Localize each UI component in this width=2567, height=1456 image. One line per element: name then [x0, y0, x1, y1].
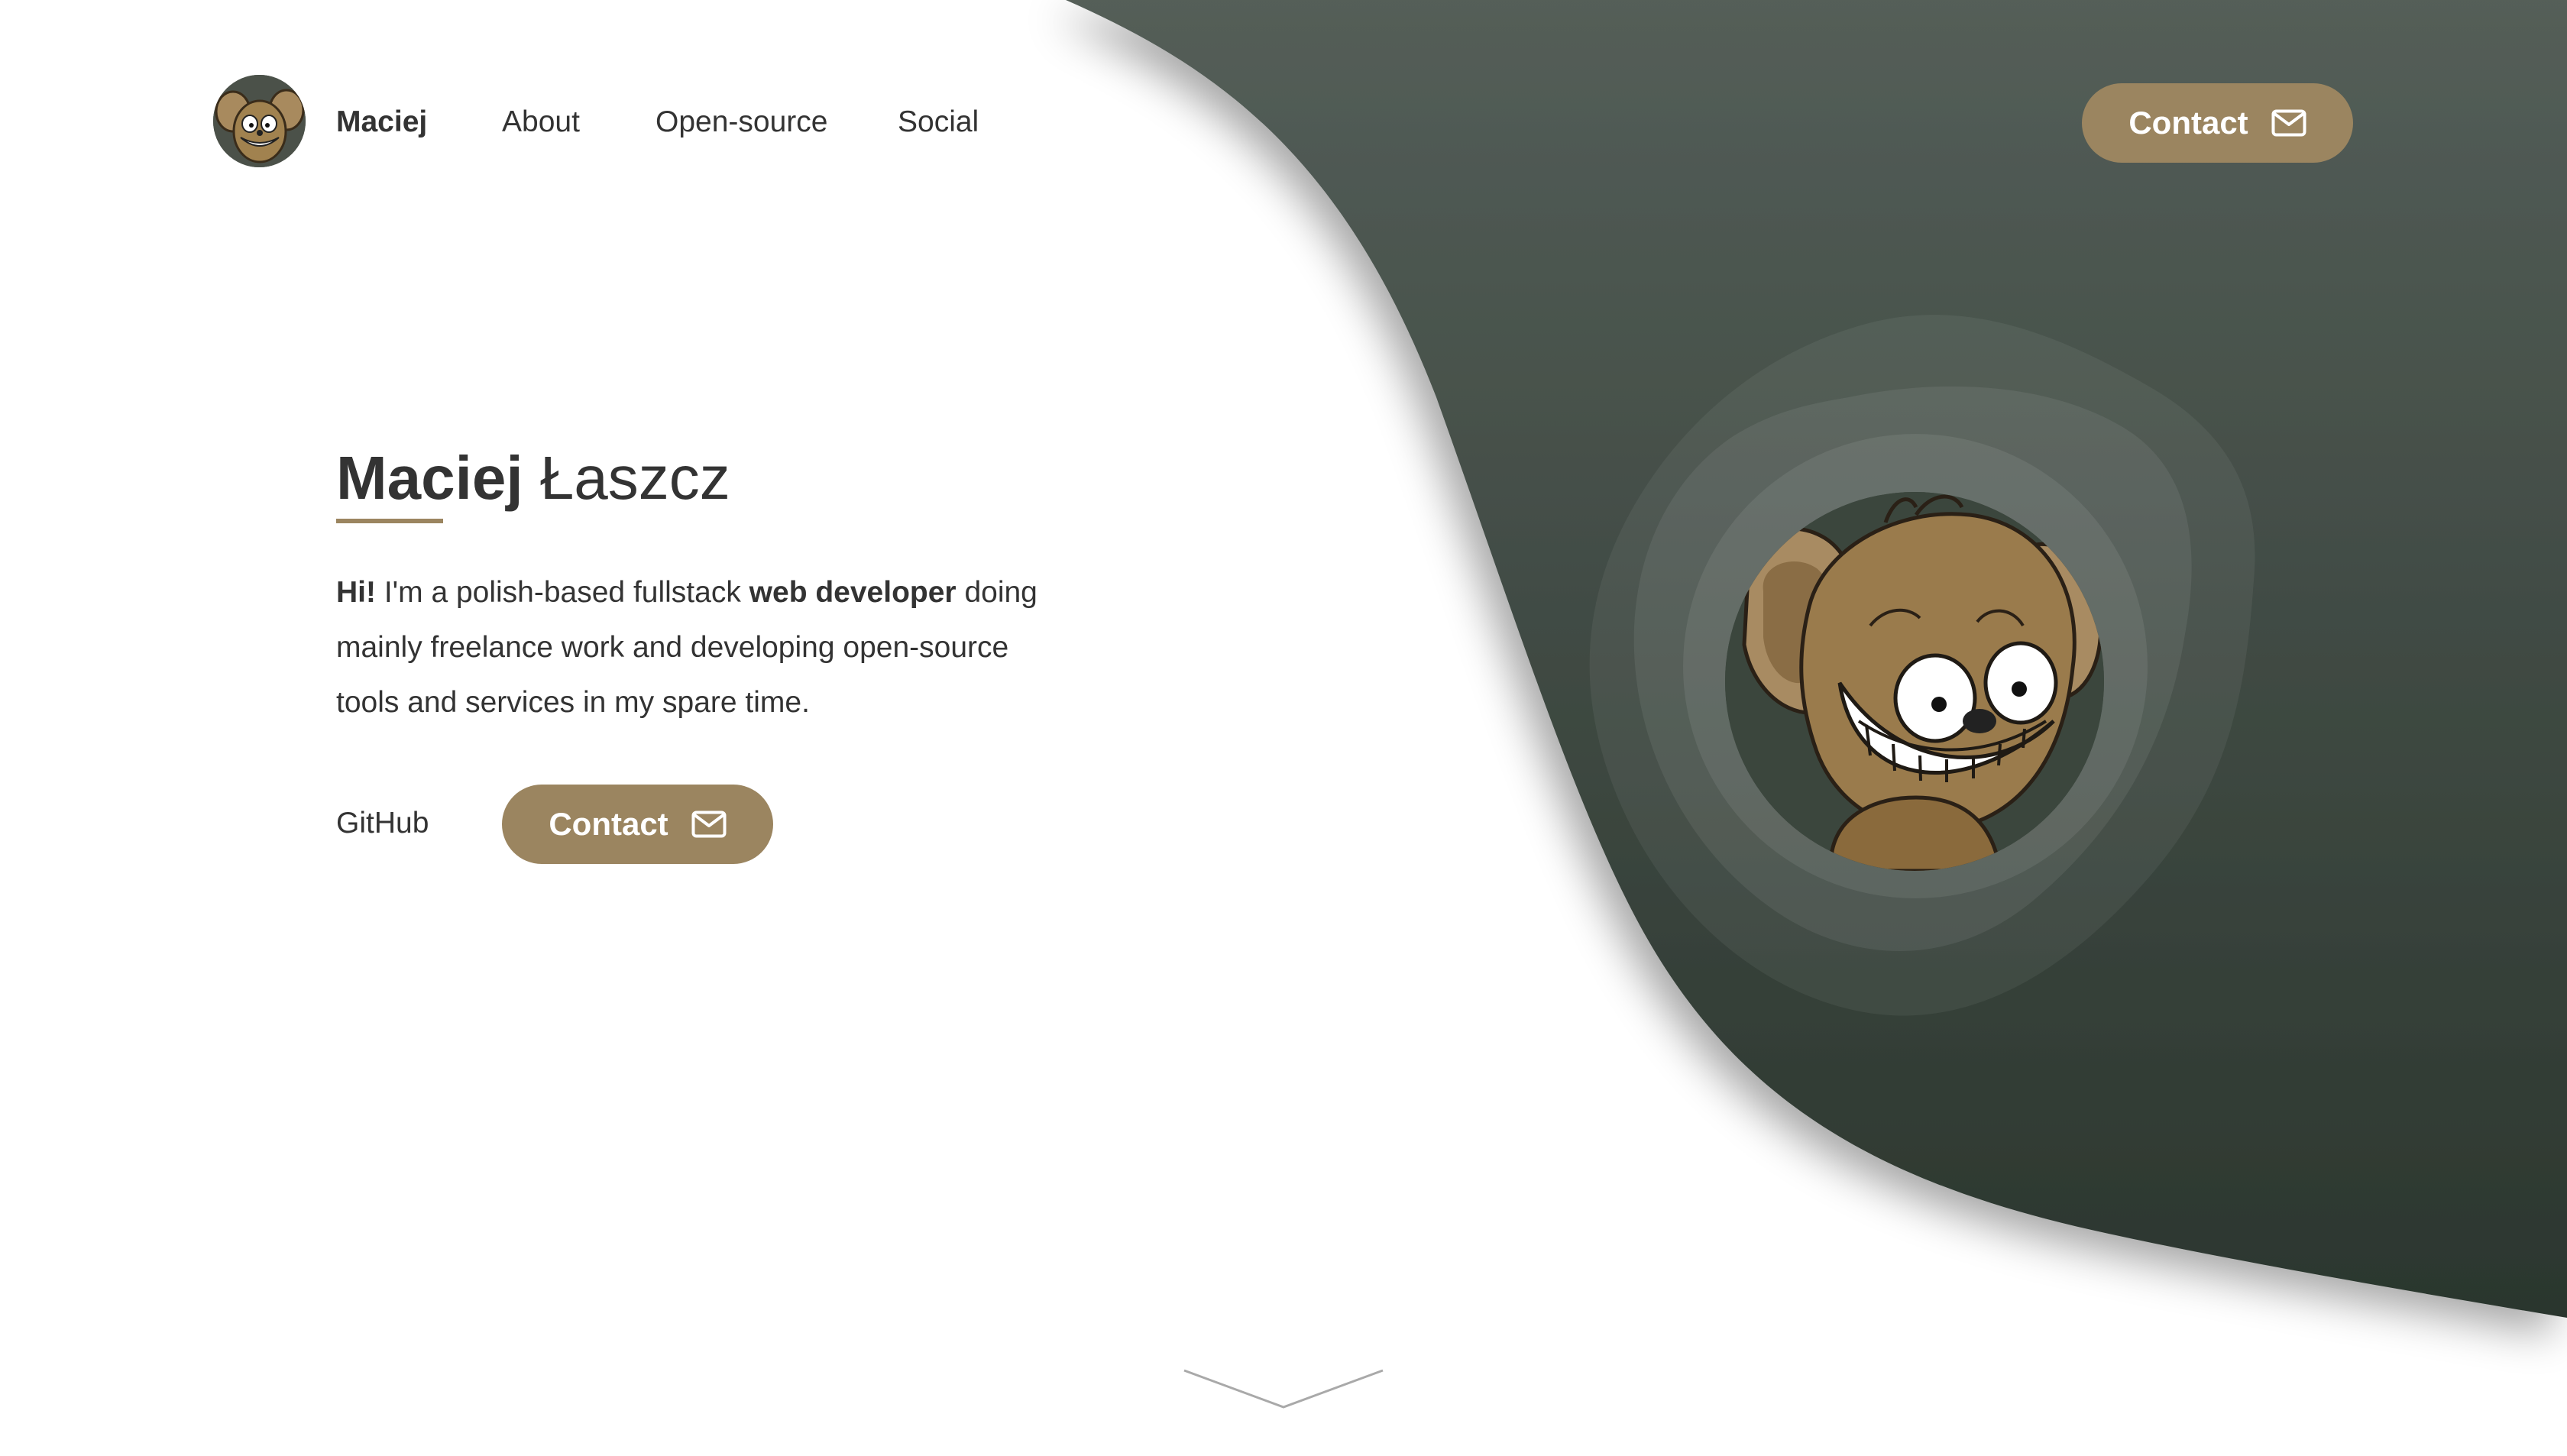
title-underline [336, 519, 443, 523]
nav-contact-label: Contact [2128, 105, 2248, 141]
nav-contact-button[interactable]: Contact [2082, 83, 2353, 163]
intro-text-1: I'm a polish-based fullstack [376, 576, 749, 609]
title-last-name: Łaszcz [539, 444, 730, 512]
nav-link-about[interactable]: About [502, 99, 580, 145]
hero-contact-label: Contact [549, 806, 668, 842]
nav-brand-name[interactable]: Maciej [336, 99, 427, 145]
mail-icon [691, 811, 727, 838]
nav-link-open-source[interactable]: Open-source [656, 99, 827, 145]
nav-link-social[interactable]: Social [898, 99, 979, 145]
mail-icon [2271, 109, 2306, 137]
page-title: Maciej Łaszcz [336, 442, 730, 515]
chevron-down-icon[interactable] [1183, 1367, 1384, 1410]
mouse-avatar-icon [213, 75, 306, 167]
brand-avatar[interactable] [213, 75, 306, 167]
title-first-name: Maciej [336, 444, 523, 512]
top-navigation: Maciej About Open-source Social Contact [0, 0, 2567, 252]
intro-greeting: Hi! [336, 576, 376, 609]
hero-intro: Hi! I'm a polish-based fullstack web dev… [336, 565, 1054, 730]
intro-role: web developer [749, 576, 957, 609]
mouse-portrait-icon [1725, 492, 2104, 871]
portrait-image [1725, 492, 2104, 871]
github-link[interactable]: GitHub [336, 801, 429, 846]
hero-contact-button[interactable]: Contact [502, 785, 773, 864]
